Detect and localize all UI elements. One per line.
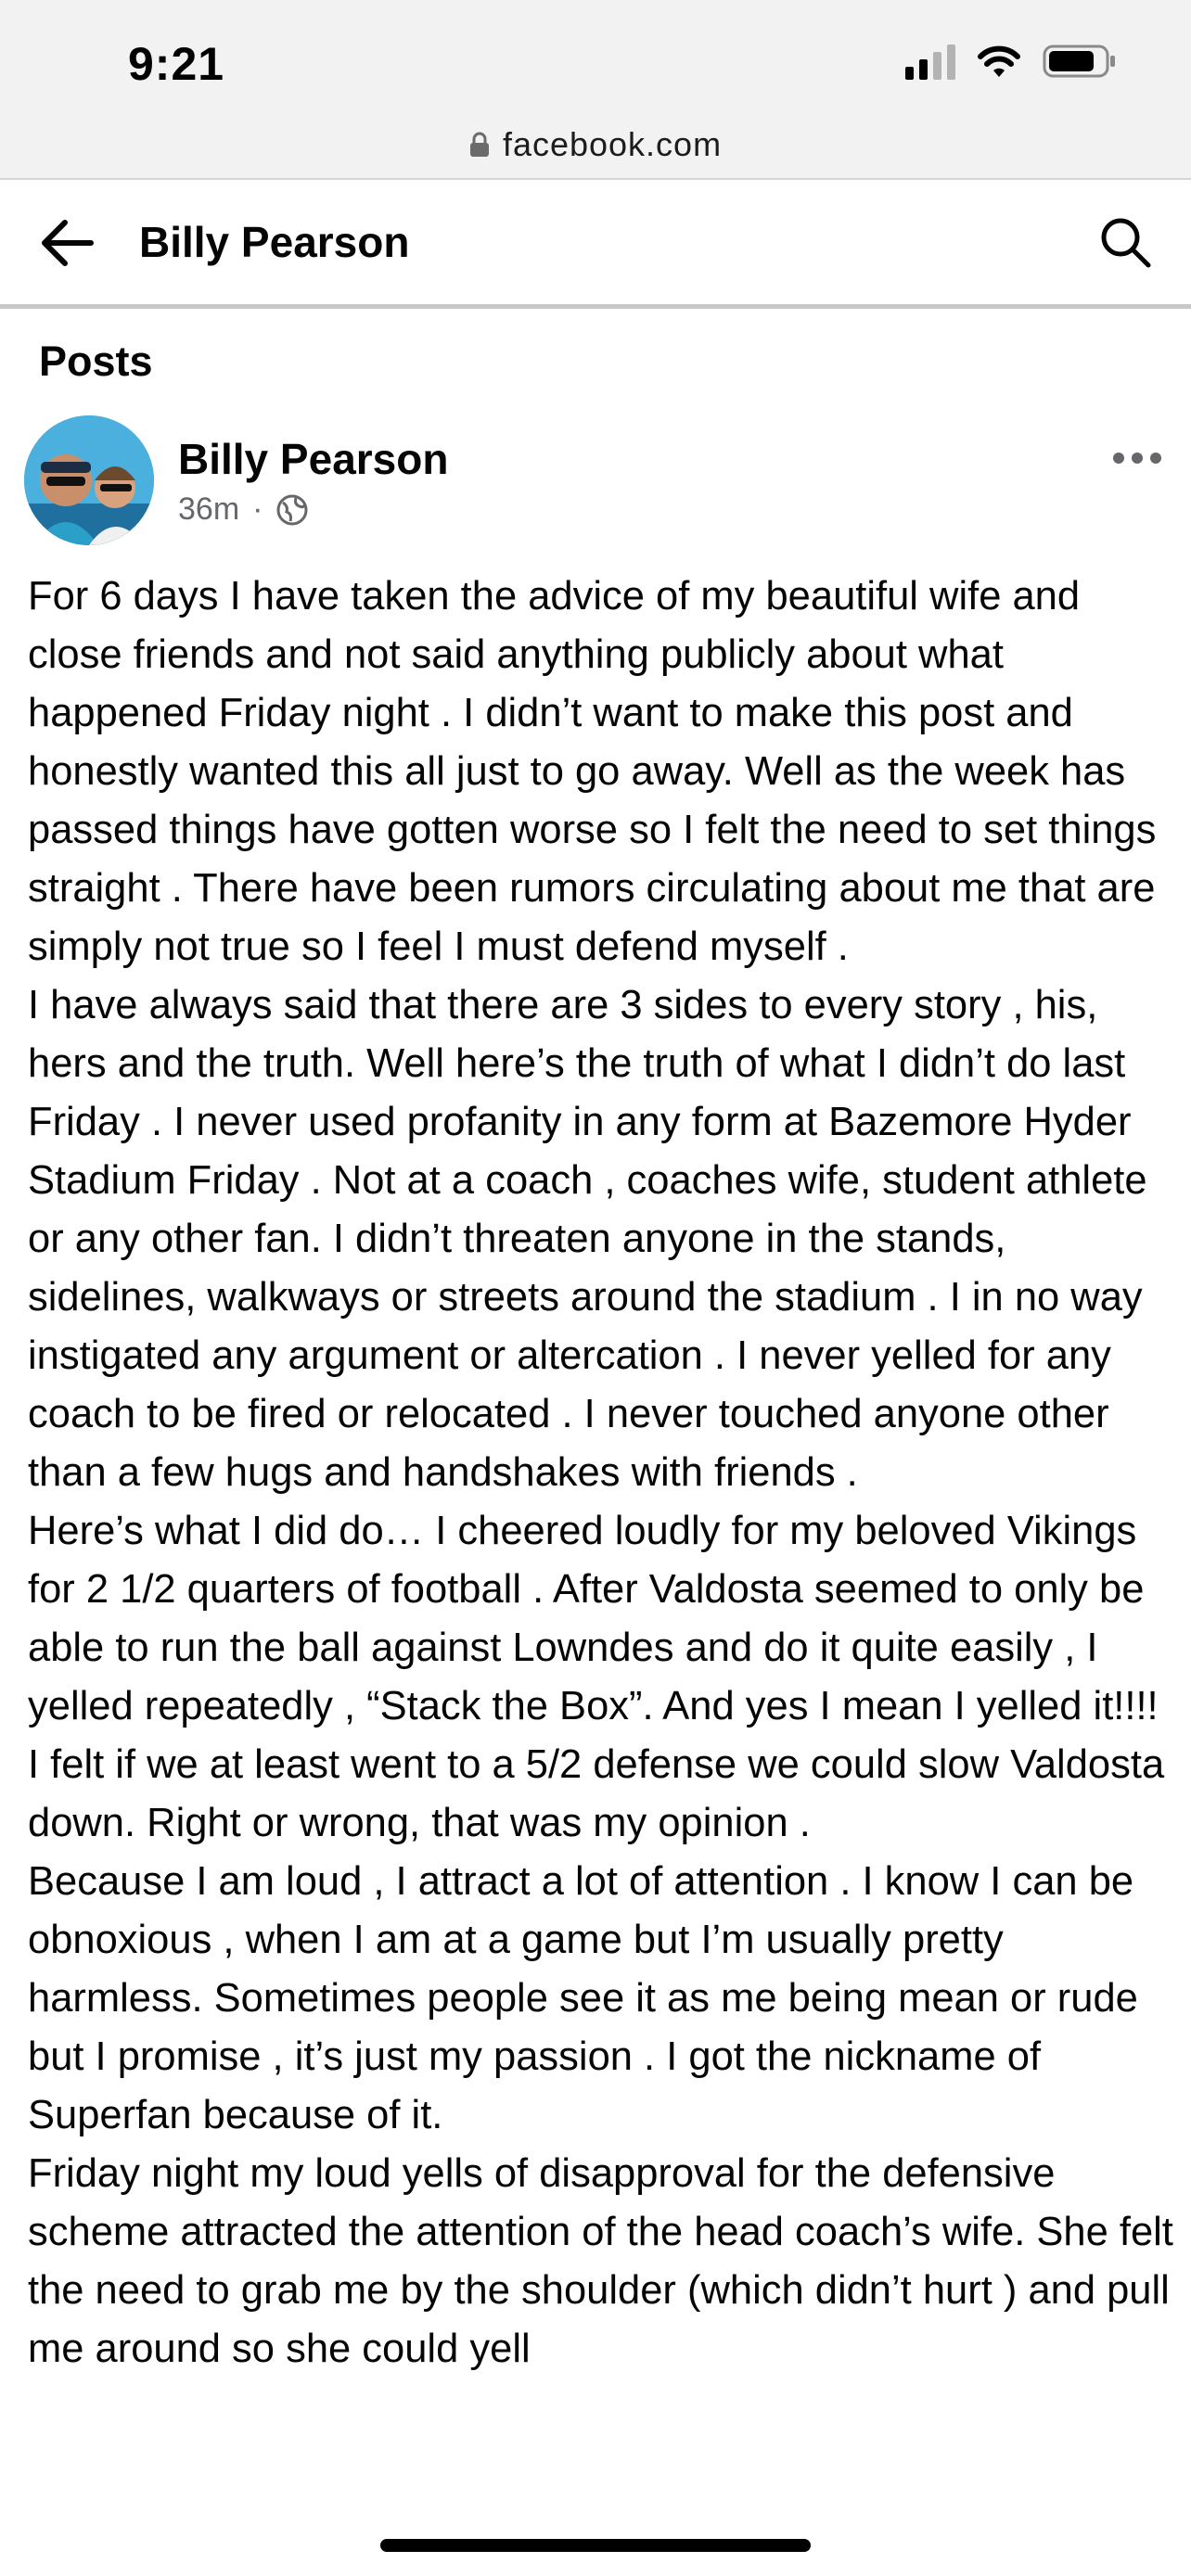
- battery-icon: [1043, 45, 1115, 78]
- globe-icon: [276, 494, 308, 525]
- post-time[interactable]: 36m: [178, 491, 239, 528]
- url-text: facebook.com: [502, 125, 723, 163]
- avatar-photo: [24, 415, 154, 545]
- more-horizontal-icon[interactable]: [1109, 440, 1165, 477]
- url-bar[interactable]: facebook.com: [0, 111, 1191, 180]
- page-title: Billy Pearson: [139, 218, 410, 266]
- home-indicator[interactable]: [380, 2539, 811, 2552]
- search-icon[interactable]: [1096, 213, 1154, 271]
- status-time: 9:21: [128, 38, 225, 90]
- avatar[interactable]: [24, 415, 154, 545]
- lock-icon: [469, 132, 489, 157]
- arrow-left-icon[interactable]: [37, 217, 96, 269]
- meta-separator: ·: [252, 491, 263, 527]
- cellular-signal-icon: [905, 43, 955, 80]
- section-title: Posts: [39, 338, 153, 385]
- status-icons: [905, 43, 1117, 80]
- post-text: For 6 days I have taken the advice of my…: [28, 574, 1173, 2371]
- post-author[interactable]: Billy Pearson: [178, 434, 448, 484]
- wifi-icon: [978, 45, 1020, 77]
- status-bar: 9:21: [0, 0, 1191, 111]
- post-meta: 36m ·: [178, 491, 309, 528]
- page-header: Billy Pearson: [0, 180, 1191, 309]
